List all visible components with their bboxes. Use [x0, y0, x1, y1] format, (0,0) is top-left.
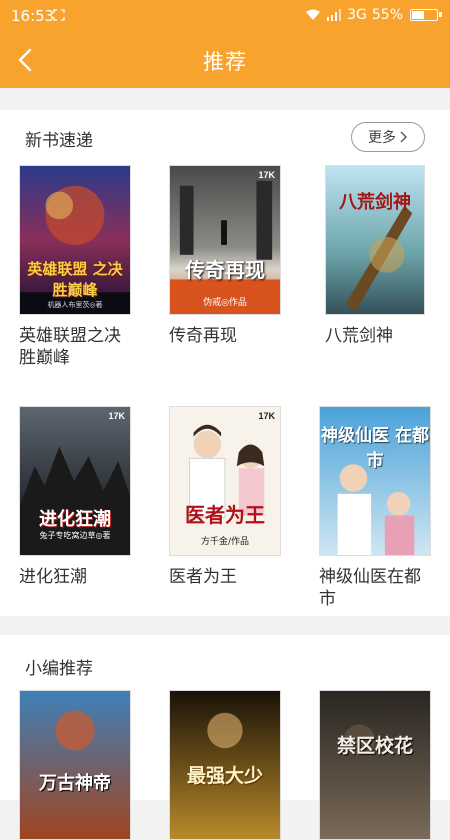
book-card[interactable]: 英雄联盟 之决胜巅峰 机器人布里茨◎著 英雄联盟之决胜巅峰: [19, 165, 131, 369]
17k-logo: 17K: [258, 170, 275, 180]
cover-author: 方千金/作品: [200, 537, 250, 547]
status-time: 16:53: [11, 7, 55, 25]
cover-title: 英雄联盟 之决胜巅峰: [27, 260, 123, 299]
17k-logo: 17K: [108, 411, 125, 421]
new-books-section: 新书速递 更多 英雄联盟 之决胜巅峰 机器人布里茨◎著 英雄联盟之决胜巅峰 17…: [0, 110, 450, 616]
book-title: 传奇再现: [169, 326, 237, 346]
book-title: 八荒剑神: [325, 326, 393, 346]
more-button-label: 更多: [368, 130, 396, 146]
book-cover: 17K 医者为王 方千金/作品: [169, 406, 281, 556]
signal-icon: [327, 9, 342, 21]
book-cover: 神级仙医 在都市: [319, 406, 431, 556]
book-card[interactable]: 万古神帝: [19, 690, 131, 840]
screenshot-icon: [53, 9, 65, 21]
wifi-icon: [306, 9, 321, 20]
book-card[interactable]: 最强大少: [169, 690, 281, 840]
book-card[interactable]: 17K 传奇再现 伪戒◎作品 传奇再现: [169, 165, 281, 347]
more-button[interactable]: 更多: [351, 122, 425, 152]
cover-title: 八荒剑神: [339, 192, 411, 213]
cover-author: 兔子专吃窝边草◎著: [39, 531, 111, 540]
battery-icon: [410, 9, 442, 21]
page-title: 推荐: [203, 50, 247, 74]
book-cover: 八荒剑神: [325, 165, 425, 315]
section-title-editor-picks: 小编推荐: [25, 659, 93, 679]
cover-title: 医者为王: [185, 503, 265, 527]
network-type: 3G: [347, 7, 367, 23]
book-cover: 万古神帝: [19, 690, 131, 840]
cover-title: 万古神帝: [39, 773, 111, 794]
editor-picks-section: 小编推荐 万古神帝 最强大少 禁区校花: [0, 635, 450, 840]
book-card[interactable]: 八荒剑神 八荒剑神: [325, 165, 425, 347]
book-title: 英雄联盟之决胜巅峰: [19, 326, 121, 368]
cover-title: 传奇再现: [185, 258, 265, 282]
book-cover: 英雄联盟 之决胜巅峰 机器人布里茨◎著: [19, 165, 131, 315]
cover-title: 禁区校花: [336, 735, 413, 757]
book-title: 神级仙医在都市: [319, 567, 421, 609]
book-cover: 17K 进化狂潮 兔子专吃窝边草◎著: [19, 406, 131, 556]
book-cover: 17K 传奇再现 伪戒◎作品: [169, 165, 281, 315]
section-title-new-books: 新书速递: [25, 131, 93, 151]
book-card[interactable]: 禁区校花: [319, 690, 431, 840]
cover-author: 伪戒◎作品: [203, 298, 247, 308]
book-cover: 最强大少: [169, 690, 281, 840]
cover-title: 最强大少: [186, 765, 263, 787]
book-card[interactable]: 17K 进化狂潮 兔子专吃窝边草◎著 进化狂潮: [19, 406, 131, 588]
cover-author: 机器人布里茨◎著: [47, 301, 103, 309]
status-bar: 16:53 3G 55%: [0, 0, 450, 32]
nav-bar: 推荐: [0, 32, 450, 88]
battery-percent: 55%: [371, 7, 403, 23]
cover-title: 神级仙医 在都市: [321, 426, 429, 471]
cover-title: 进化狂潮: [39, 509, 111, 530]
book-title: 进化狂潮: [19, 567, 87, 587]
app-header: 16:53 3G 55% 推荐: [0, 0, 450, 88]
book-card[interactable]: 神级仙医 在都市 神级仙医在都市: [319, 406, 431, 610]
17k-logo: 17K: [258, 411, 275, 421]
book-cover: 禁区校花: [319, 690, 431, 840]
book-card[interactable]: 17K 医者为王 方千金/作品 医者为王: [169, 406, 281, 588]
chevron-right-icon: [400, 131, 407, 143]
book-title: 医者为王: [169, 567, 237, 587]
